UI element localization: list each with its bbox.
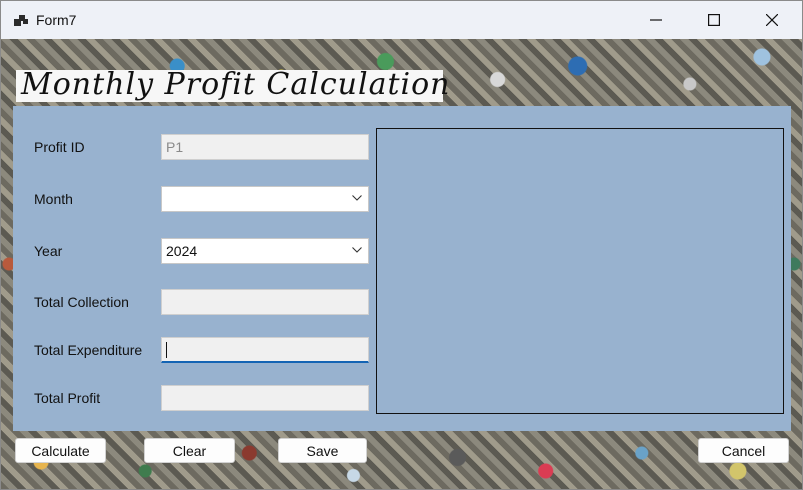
app-window: Form7 Monthly Profit Calculation Profit … <box>0 0 803 490</box>
total-collection-field[interactable] <box>161 289 369 315</box>
total-profit-field[interactable] <box>161 385 369 411</box>
close-button[interactable] <box>743 1 801 39</box>
month-dropdown[interactable] <box>161 186 369 212</box>
form-panel: Profit ID P1 Month Year 2024 Total Colle… <box>13 106 791 431</box>
save-button[interactable]: Save <box>278 438 367 463</box>
chevron-down-icon <box>352 195 362 201</box>
page-title: Monthly Profit Calculation <box>21 67 451 102</box>
heading-banner: Monthly Profit Calculation <box>16 67 450 102</box>
total-collection-label: Total Collection <box>34 294 129 310</box>
maximize-icon <box>708 14 720 26</box>
profit-id-label: Profit ID <box>34 139 85 155</box>
minimize-button[interactable] <box>627 1 685 39</box>
year-label: Year <box>34 243 63 259</box>
output-display-box <box>376 128 784 414</box>
chevron-down-icon <box>352 247 362 253</box>
total-profit-label: Total Profit <box>34 390 101 406</box>
window-title: Form7 <box>36 12 77 28</box>
clear-button[interactable]: Clear <box>144 438 235 463</box>
total-expenditure-field[interactable] <box>161 337 369 363</box>
calculate-button[interactable]: Calculate <box>15 438 106 463</box>
background-image: Monthly Profit Calculation Profit ID P1 … <box>1 39 802 489</box>
month-label: Month <box>34 191 73 207</box>
cancel-button[interactable]: Cancel <box>698 438 789 463</box>
profit-id-field[interactable]: P1 <box>161 134 369 160</box>
close-icon <box>766 14 778 26</box>
total-expenditure-label: Total Expenditure <box>34 342 143 358</box>
text-caret <box>166 342 167 358</box>
maximize-button[interactable] <box>685 1 743 39</box>
year-dropdown[interactable]: 2024 <box>161 238 369 264</box>
app-icon <box>14 15 28 26</box>
year-value: 2024 <box>166 243 198 259</box>
title-bar[interactable]: Form7 <box>1 1 802 39</box>
minimize-icon <box>650 19 662 21</box>
